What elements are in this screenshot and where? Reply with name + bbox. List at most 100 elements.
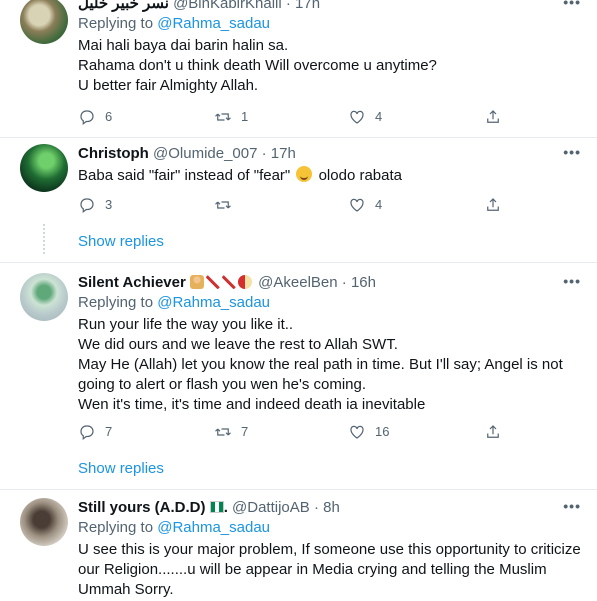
more-options-icon[interactable]: ••• bbox=[563, 144, 581, 160]
tweet-text-line: Baba said "fair" instead of "fear" olodo… bbox=[78, 166, 583, 186]
syringe-emoji-icon bbox=[222, 275, 236, 289]
reply-count: 6 bbox=[105, 108, 113, 124]
more-options-icon[interactable]: ••• bbox=[563, 498, 581, 514]
reply-icon bbox=[80, 424, 94, 440]
more-options-icon[interactable]: ••• bbox=[563, 273, 581, 289]
tweet-text-line: Ummah Sorry. bbox=[78, 581, 174, 598]
avatar[interactable] bbox=[20, 144, 68, 192]
replying-to: Replying to @Rahma_sadau bbox=[78, 293, 583, 313]
thread-connector bbox=[40, 224, 48, 256]
avatar[interactable] bbox=[20, 273, 68, 321]
tweet-text-line: U see this is your major problem, If som… bbox=[78, 541, 581, 558]
tweet-text-line: Wen it's time, it's time and indeed deat… bbox=[78, 396, 426, 413]
separator-dot: · bbox=[341, 274, 347, 291]
reply-button[interactable]: 3 bbox=[78, 194, 112, 214]
reply-count: 3 bbox=[105, 196, 113, 212]
like-button[interactable]: 4 bbox=[348, 106, 382, 126]
tweet-header: Christoph @Olumide_007 · 17h bbox=[78, 144, 583, 164]
timestamp[interactable]: 17h bbox=[271, 145, 296, 162]
replying-to-link[interactable]: @Rahma_sadau bbox=[157, 15, 270, 32]
tweet-3[interactable]: Silent Achiever @AkeelBen · 16h ••• Repl… bbox=[0, 263, 597, 490]
tweet-text-line: Rahama don't u think death Will overcome… bbox=[78, 57, 437, 74]
show-replies-link[interactable]: Show replies bbox=[78, 459, 164, 479]
replying-to-link[interactable]: @Rahma_sadau bbox=[157, 294, 270, 311]
avatar[interactable] bbox=[20, 0, 68, 44]
pill-emoji-icon bbox=[238, 275, 252, 289]
replying-to-label: Replying to bbox=[78, 519, 154, 536]
replying-to-link[interactable]: @Rahma_sadau bbox=[157, 519, 270, 536]
person-emoji-icon bbox=[190, 275, 204, 289]
tweet-text-line: Mai hali baya dai barin halin sa. bbox=[78, 37, 289, 54]
tweet-text-line: We did ours and we leave the rest to All… bbox=[78, 336, 398, 353]
retweet-icon bbox=[215, 427, 231, 436]
like-count: 4 bbox=[375, 196, 383, 212]
user-handle[interactable]: @Olumide_007 bbox=[153, 145, 257, 162]
timestamp[interactable]: 16h bbox=[351, 274, 376, 291]
user-handle[interactable]: @DattijoAB bbox=[232, 499, 310, 516]
retweet-button[interactable]: 7 bbox=[214, 421, 248, 441]
like-button[interactable]: 4 bbox=[348, 194, 382, 214]
separator-dot: · bbox=[261, 145, 267, 162]
user-handle[interactable]: @BinKabirKhalil bbox=[173, 0, 282, 12]
tweet-actions: 7 7 16 bbox=[78, 421, 518, 441]
display-name-suffix: . bbox=[223, 499, 228, 516]
tweet-actions: 3 4 bbox=[78, 194, 518, 214]
tweet-text-line: our Religion.......u will be appear in M… bbox=[78, 561, 547, 578]
reply-button[interactable]: 7 bbox=[78, 421, 112, 441]
syringe-emoji-icon bbox=[206, 275, 220, 289]
nigeria-flag-icon bbox=[209, 501, 224, 513]
retweet-icon bbox=[215, 200, 231, 209]
tweet-header: Silent Achiever @AkeelBen · 16h bbox=[78, 273, 583, 293]
heart-icon bbox=[350, 198, 364, 212]
tweet-2[interactable]: Christoph @Olumide_007 · 17h ••• Baba sa… bbox=[0, 138, 597, 263]
tweet-text: Baba said "fair" instead of "fear" bbox=[78, 167, 291, 184]
display-name[interactable]: نسر خبير خليل bbox=[78, 0, 169, 12]
retweet-button[interactable] bbox=[214, 194, 241, 214]
share-icon bbox=[487, 109, 499, 123]
more-options-icon[interactable]: ••• bbox=[563, 0, 581, 10]
replying-to-label: Replying to bbox=[78, 294, 154, 311]
separator-dot: · bbox=[313, 499, 319, 516]
separator-dot: · bbox=[285, 0, 291, 12]
retweet-button[interactable]: 1 bbox=[214, 106, 248, 126]
tweet-header: نسر خبير خليل @BinKabirKhalil · 17h bbox=[78, 0, 583, 14]
retweet-icon bbox=[215, 112, 231, 121]
tweet-text-line: U better fair Almighty Allah. bbox=[78, 77, 259, 94]
replying-to: Replying to @Rahma_sadau bbox=[78, 518, 583, 538]
share-icon bbox=[487, 424, 499, 438]
timestamp[interactable]: 17h bbox=[295, 0, 320, 12]
tweet-1[interactable]: نسر خبير خليل @BinKabirKhalil · 17h ••• … bbox=[0, 0, 597, 138]
share-button[interactable] bbox=[484, 421, 502, 441]
share-button[interactable] bbox=[484, 106, 502, 126]
avatar[interactable] bbox=[20, 498, 68, 546]
share-icon bbox=[487, 197, 499, 211]
heart-icon bbox=[350, 110, 364, 124]
display-name[interactable]: Still yours (A.D.D) bbox=[78, 499, 206, 516]
tweet-4[interactable]: Still yours (A.D.D) . @DattijoAB · 8h ••… bbox=[0, 490, 597, 601]
show-replies-link[interactable]: Show replies bbox=[78, 232, 164, 252]
replying-to: Replying to @Rahma_sadau bbox=[78, 14, 583, 34]
like-count: 16 bbox=[375, 423, 390, 439]
tweet-text-line: May He (Allah) let you know the real pat… bbox=[78, 356, 563, 373]
retweet-count: 1 bbox=[241, 108, 249, 124]
user-handle[interactable]: @AkeelBen bbox=[258, 274, 337, 291]
display-name[interactable]: Silent Achiever bbox=[78, 274, 186, 291]
tweet-actions: 6 1 4 bbox=[78, 106, 518, 126]
tweet-text: olodo rabata bbox=[318, 167, 402, 184]
like-count: 4 bbox=[375, 108, 383, 124]
heart-icon bbox=[350, 425, 364, 439]
like-button[interactable]: 16 bbox=[348, 421, 389, 441]
tweet-text-line: going to alert or flash you wen he's com… bbox=[78, 376, 367, 393]
timestamp[interactable]: 8h bbox=[323, 499, 340, 516]
reply-icon bbox=[80, 197, 94, 213]
replying-to-label: Replying to bbox=[78, 15, 154, 32]
retweet-count: 7 bbox=[241, 423, 249, 439]
share-button[interactable] bbox=[484, 194, 502, 214]
reply-count: 7 bbox=[105, 423, 113, 439]
display-name[interactable]: Christoph bbox=[78, 145, 149, 162]
tweet-text-line: Run your life the way you like it.. bbox=[78, 316, 294, 333]
reply-icon bbox=[80, 109, 94, 125]
tweet-header: Still yours (A.D.D) . @DattijoAB · 8h bbox=[78, 498, 583, 518]
tears-of-joy-emoji-icon bbox=[296, 166, 313, 182]
reply-button[interactable]: 6 bbox=[78, 106, 112, 126]
